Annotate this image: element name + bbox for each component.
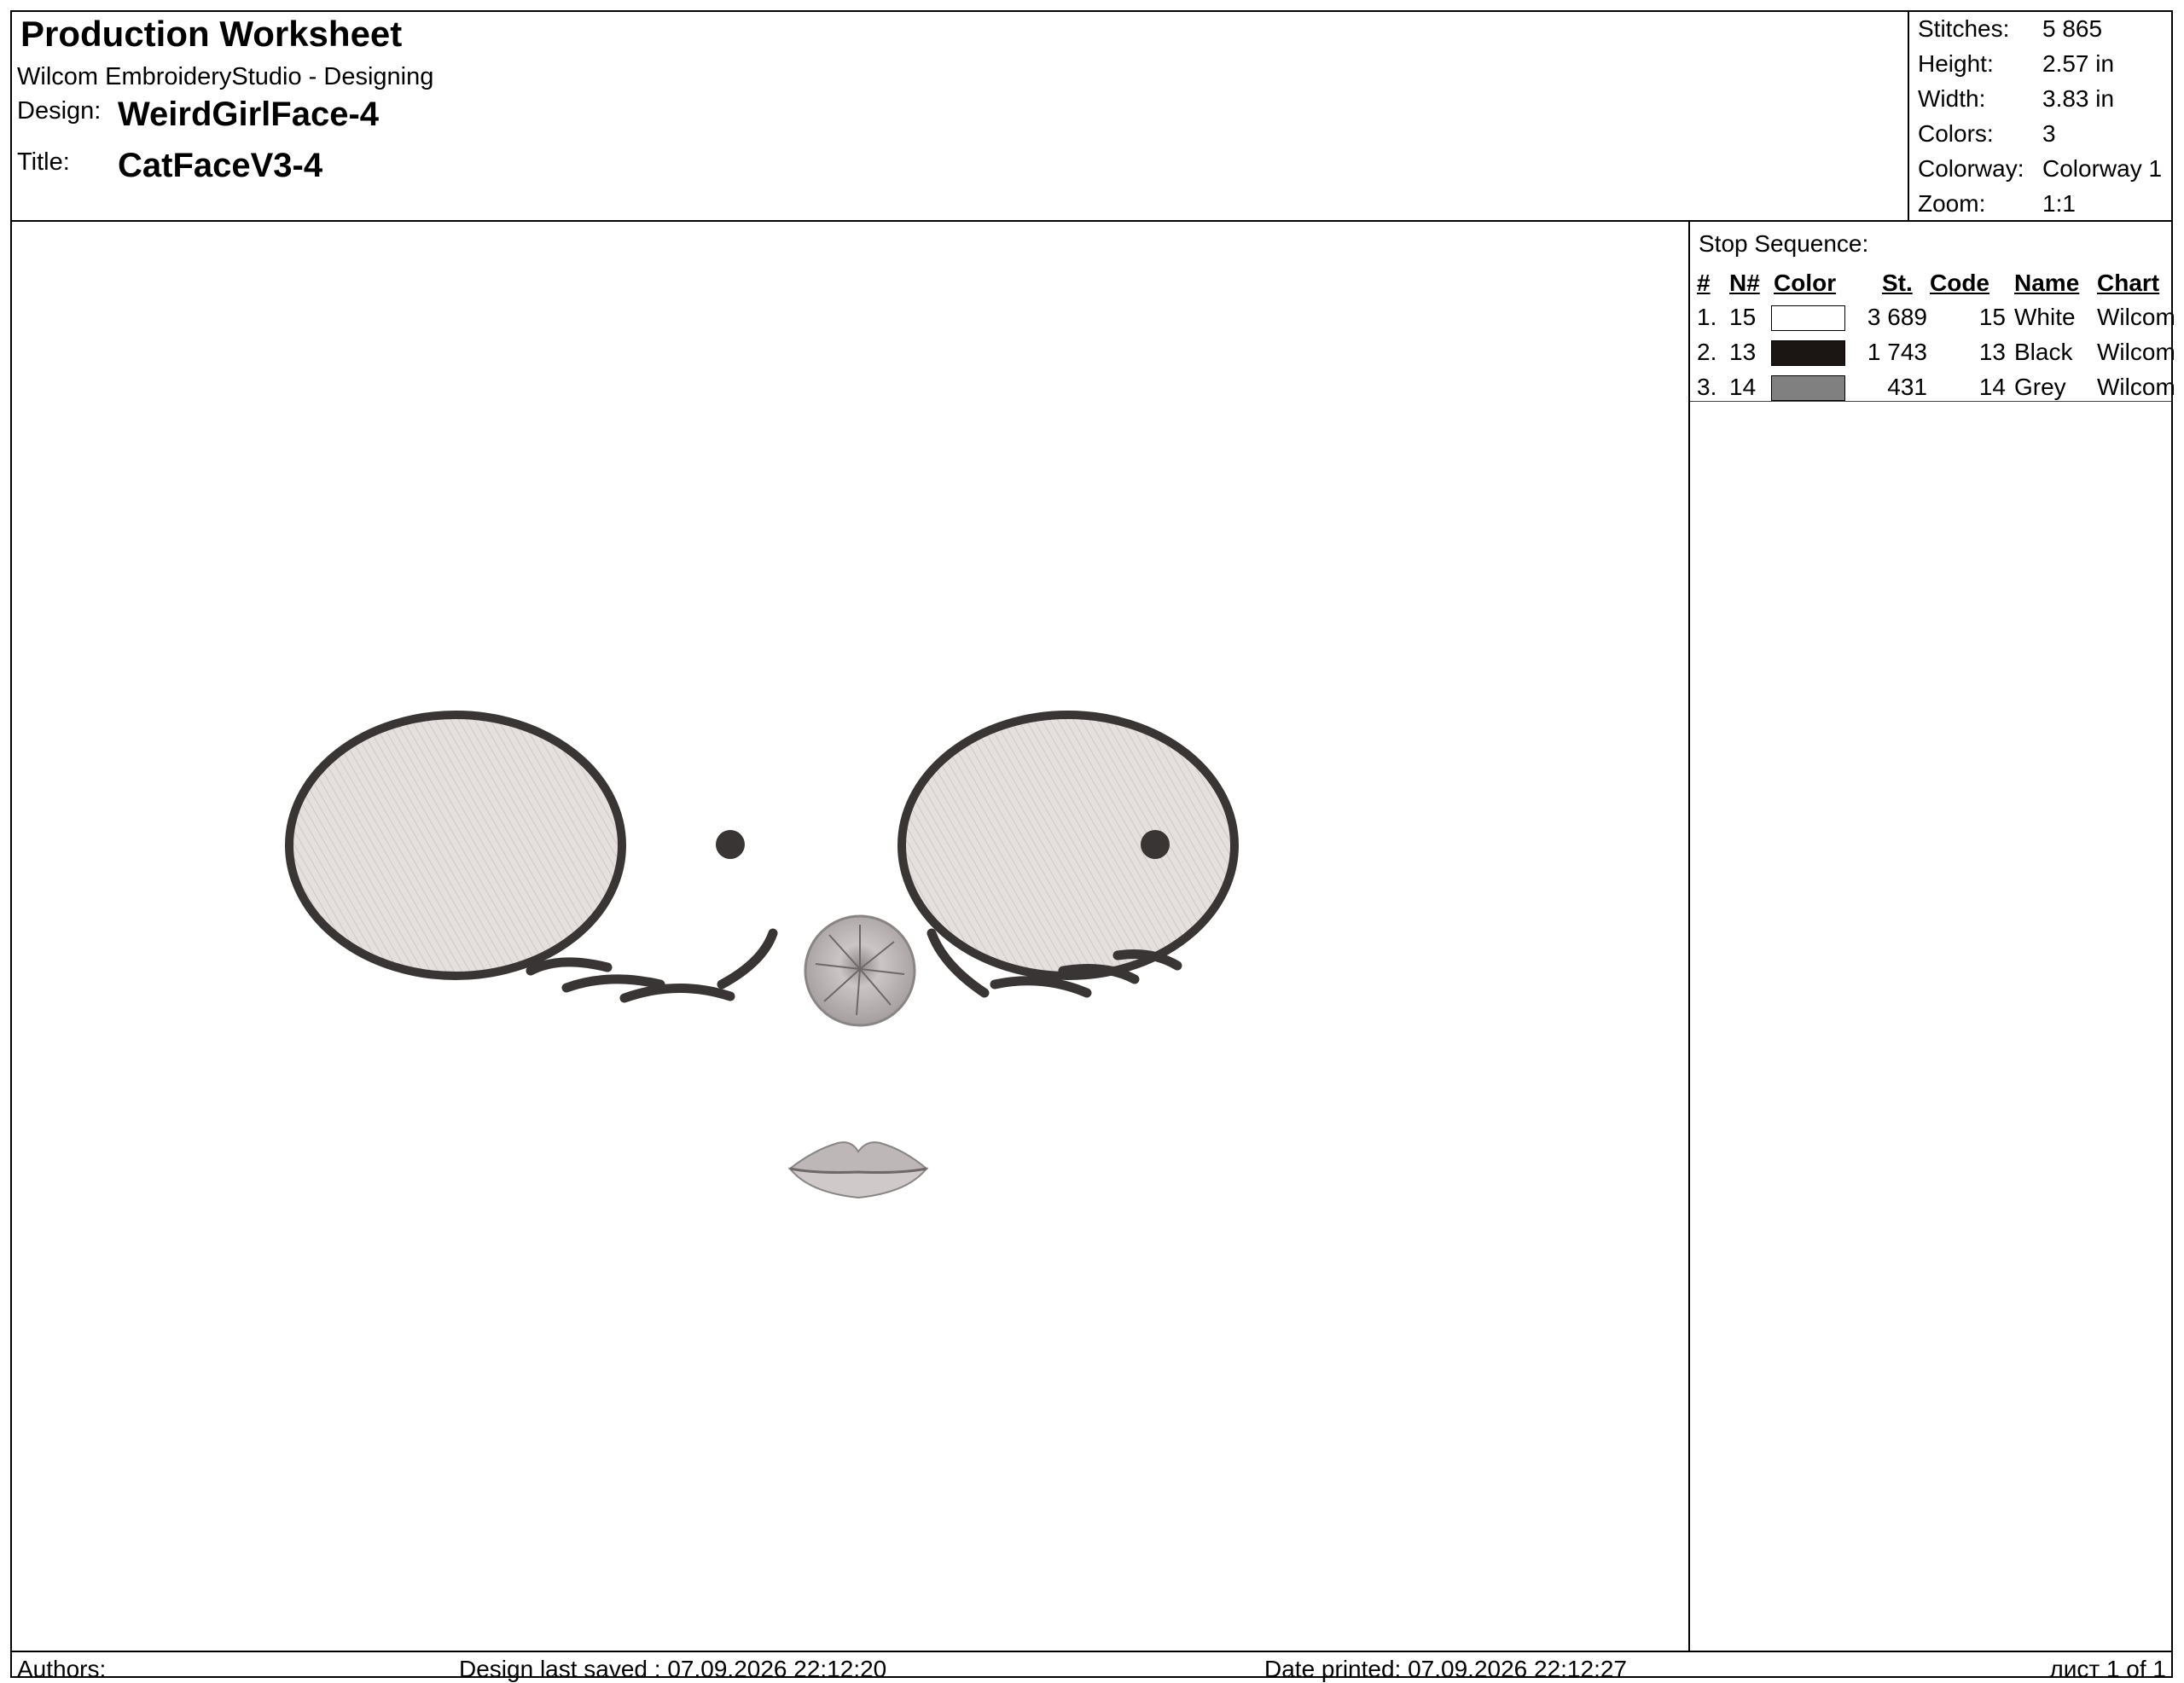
row-code: 14	[1978, 374, 2006, 400]
design-preview-canvas	[12, 220, 1690, 1651]
upper-lip	[787, 1141, 929, 1174]
color-swatch-black	[1771, 340, 1845, 366]
stat-label: Width:	[1918, 85, 1986, 112]
left-lash-4	[717, 928, 778, 989]
col-header-n: N#	[1729, 270, 1760, 296]
stat-value: 3	[2042, 120, 2056, 147]
left-eye	[285, 711, 745, 980]
left-lash-3	[619, 984, 735, 1003]
worksheet-header: Production Worksheet Wilcom EmbroiderySt…	[12, 12, 2171, 222]
color-swatch-grey	[1771, 375, 1845, 401]
lips	[787, 1141, 929, 1199]
stat-label: Colorway:	[1918, 155, 2024, 182]
row-code: 15	[1978, 304, 2006, 330]
stat-value: Colorway 1	[2042, 155, 2163, 182]
col-header-name: Name	[2014, 270, 2080, 296]
worksheet-title: Production Worksheet	[20, 14, 403, 54]
stat-value: 5 865	[2042, 15, 2103, 42]
left-lash-2	[561, 974, 665, 993]
stat-label: Stitches:	[1918, 15, 2010, 42]
application-name: Wilcom EmbroideryStudio - Designing	[17, 63, 434, 90]
stop-sequence-title: Stop Sequence:	[1699, 230, 1869, 257]
row-number: 2.	[1697, 339, 1717, 365]
col-header-stitches: St.	[1882, 270, 1913, 296]
row-n: 14	[1729, 374, 1757, 400]
left-eye-pupil	[716, 830, 745, 859]
title-value: CatFaceV3-4	[118, 147, 323, 184]
col-header-code: Code	[1930, 270, 1989, 296]
col-header-chart: Chart	[2097, 270, 2160, 296]
stat-value: 1:1	[2042, 190, 2076, 217]
stat-value: 2.57 in	[2042, 50, 2115, 77]
stat-label: Zoom:	[1918, 190, 1986, 217]
design-label: Design:	[17, 97, 102, 125]
row-n: 15	[1729, 304, 1757, 330]
production-worksheet: Production Worksheet Wilcom EmbroiderySt…	[10, 10, 2175, 1682]
col-header-color: Color	[1774, 270, 1837, 296]
title-label: Title:	[17, 148, 70, 176]
footer-page-number: лист 1 of 1	[2049, 1656, 2166, 1682]
row-chart: Wilcom	[2097, 374, 2175, 400]
row-number: 1.	[1697, 304, 1717, 330]
stat-label: Colors:	[1918, 120, 1994, 147]
row-name: Black	[2014, 339, 2073, 365]
footer-authors: Authors:	[17, 1656, 107, 1682]
row-stitches: 3 689	[1867, 304, 1927, 330]
footer-date-printed: Date printed: 07.09.2026 22:12:27	[1264, 1656, 1628, 1682]
col-header-number: #	[1697, 270, 1711, 296]
stat-value: 3.83 in	[2042, 85, 2115, 112]
row-code: 13	[1978, 339, 2006, 365]
stop-sequence-table: # N# Color St. Code Name Chart 1. 15 3 6…	[1690, 263, 2175, 402]
stop-sequence-panel: Stop Sequence: # N# Color St. Code Name …	[1690, 220, 2175, 1651]
row-n: 13	[1729, 339, 1757, 365]
row-chart: Wilcom	[2097, 339, 2175, 365]
design-stats-panel: Stitches: 5 865 Height: 2.57 in Width: 3…	[1908, 12, 2173, 220]
right-lash-2	[990, 976, 1092, 998]
row-stitches: 431	[1887, 374, 1927, 400]
color-swatch-white	[1771, 305, 1845, 331]
row-name: White	[2014, 304, 2076, 330]
design-value: WeirdGirlFace-4	[118, 96, 380, 133]
row-chart: Wilcom	[2097, 304, 2175, 330]
row-name: Grey	[2014, 374, 2066, 400]
row-stitches: 1 743	[1867, 339, 1927, 365]
nose	[804, 914, 916, 1027]
stat-label: Height:	[1918, 50, 1994, 77]
row-number: 3.	[1697, 374, 1717, 400]
right-eye	[897, 711, 1239, 980]
right-eye-pupil	[1141, 830, 1170, 859]
embroidery-design	[285, 711, 1239, 1199]
left-lash-1	[526, 957, 613, 976]
worksheet-footer: Authors: Design last saved : 07.09.2026 …	[12, 1651, 2171, 1682]
footer-last-saved: Design last saved : 07.09.2026 22:12:20	[459, 1656, 887, 1682]
